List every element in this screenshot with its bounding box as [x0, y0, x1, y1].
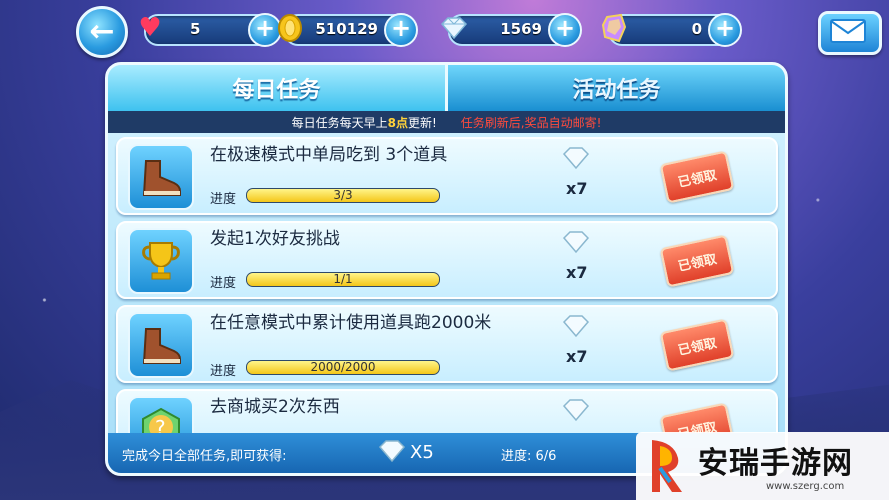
coin-icon	[274, 12, 306, 44]
tab-event-tasks[interactable]: 活动任务	[445, 65, 785, 111]
completion-text: 完成今日全部任务,即可获得:	[122, 449, 287, 464]
boot-icon	[128, 144, 194, 210]
add-crystals-button[interactable]: +	[708, 13, 742, 47]
completion-progress: 进度: 6/6	[501, 449, 557, 464]
refresh-notice: 每日任务每天早上8点更新! 任务刷新后,奖品自动邮寄!	[108, 111, 785, 133]
tab-daily-tasks[interactable]: 每日任务	[108, 65, 445, 111]
watermark: 安瑞手游网 www.szerg.com	[636, 432, 889, 500]
reward-count: x7	[566, 347, 588, 366]
resource-bar: ← ♥ 5 + 510129 + 1569 + 0 +	[70, 6, 882, 58]
back-button[interactable]: ←	[76, 6, 128, 58]
task-title: 在极速模式中单局吃到 3个道具	[210, 145, 448, 165]
notice-time: 8点	[387, 115, 408, 130]
claimed-stamp: 已领取	[659, 234, 735, 288]
progress-text: 3/3	[333, 188, 353, 202]
task-title: 发起1次好友挑战	[210, 229, 340, 249]
task-title: 在任意模式中累计使用道具跑2000米	[210, 313, 492, 333]
diamond-icon	[556, 313, 596, 339]
watermark-logo-icon	[652, 440, 682, 492]
add-diamonds-button[interactable]: +	[548, 13, 582, 47]
heart-icon: ♥	[138, 13, 162, 43]
task-tabs: 每日任务 活动任务	[108, 65, 785, 111]
reward-count: x7	[566, 179, 588, 198]
task-title: 去商城买2次东西	[210, 397, 340, 417]
diamond-icon	[438, 12, 470, 44]
task-row: 在任意模式中累计使用道具跑2000米 进度 2000/2000 x7 已领取	[116, 305, 778, 383]
task-row: 在极速模式中单局吃到 3个道具 进度 3/3 x7 已领取	[116, 137, 778, 215]
diamond-icon	[556, 145, 596, 171]
diamond-icon	[376, 439, 408, 467]
boot-icon	[128, 312, 194, 378]
trophy-icon	[128, 228, 194, 294]
diamond-icon	[556, 397, 596, 423]
notice-suffix: 更新!	[407, 115, 437, 130]
hearts-value: 5	[190, 20, 201, 38]
progress-label: 进度	[210, 364, 237, 379]
mail-button[interactable]	[818, 11, 882, 55]
progress-text: 2000/2000	[310, 360, 376, 374]
crystal-icon	[598, 12, 630, 44]
crystals-value: 0	[691, 20, 702, 38]
hearts-counter: ♥ 5 +	[138, 13, 282, 47]
notice-prefix: 每日任务每天早上	[291, 115, 388, 130]
mail-icon	[830, 19, 866, 43]
notice-warning: 任务刷新后,奖品自动邮寄!	[460, 115, 602, 130]
claimed-stamp: 已领取	[659, 318, 735, 372]
watermark-name: 安瑞手游网	[698, 446, 853, 481]
diamond-icon	[556, 229, 596, 255]
coins-value: 510129	[315, 20, 378, 38]
reward-count: x7	[566, 263, 588, 282]
progress-label: 进度	[210, 276, 237, 291]
arrow-left-icon: ←	[89, 14, 115, 49]
claimed-stamp: 已领取	[659, 150, 735, 204]
watermark-url: www.szerg.com	[766, 481, 845, 492]
diamonds-counter: 1569 +	[440, 13, 582, 47]
progress-bar: 2000/2000	[246, 360, 440, 375]
progress-text: 1/1	[333, 272, 353, 286]
progress-bar: 1/1	[246, 272, 440, 287]
crystals-counter: 0 +	[601, 13, 742, 47]
add-coins-button[interactable]: +	[384, 13, 418, 47]
task-panel: 每日任务 活动任务 每日任务每天早上8点更新! 任务刷新后,奖品自动邮寄! 在极…	[105, 62, 788, 476]
notice-text: 每日任务每天早上8点更新!	[292, 114, 437, 131]
progress-label: 进度	[210, 192, 237, 207]
task-row: 发起1次好友挑战 进度 1/1 x7 已领取	[116, 221, 778, 299]
completion-reward: X5	[410, 442, 434, 463]
progress-bar: 3/3	[246, 188, 440, 203]
diamonds-value: 1569	[500, 20, 542, 38]
coins-counter: 510129 +	[278, 13, 418, 47]
